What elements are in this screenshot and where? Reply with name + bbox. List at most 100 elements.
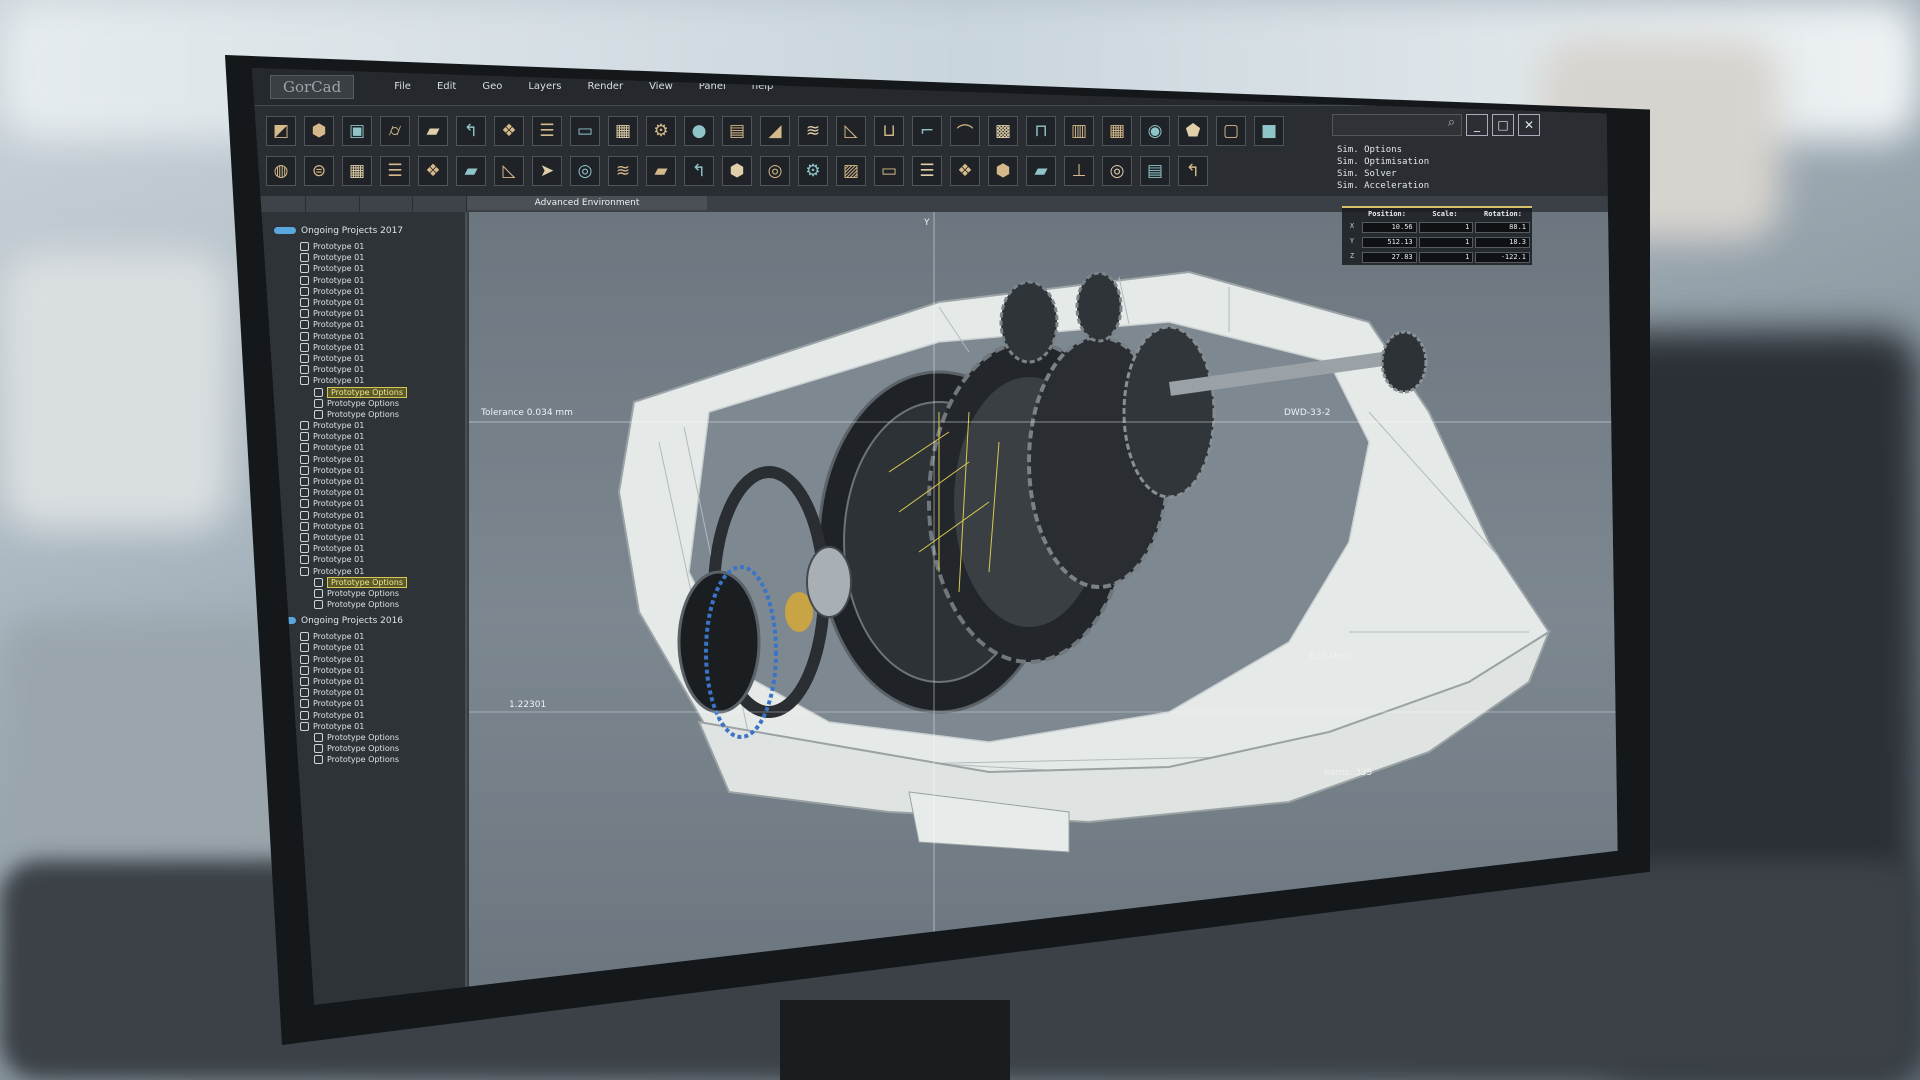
tree-prototype-item[interactable]: Prototype 01 xyxy=(300,275,407,286)
checkbox-icon[interactable] xyxy=(300,510,309,520)
cube-icon[interactable]: ⬢ xyxy=(304,116,334,146)
tree-option-item[interactable]: Prototype Options xyxy=(314,754,407,765)
tree-prototype-item[interactable]: Prototype 01 xyxy=(300,331,407,342)
tree-prototype-item[interactable]: Prototype 01 xyxy=(300,642,407,653)
notch-icon[interactable]: ⊓ xyxy=(1026,116,1056,146)
checkbox-icon[interactable] xyxy=(314,409,323,419)
tiles-icon[interactable]: ▨ xyxy=(836,156,866,186)
tree-project-root[interactable]: Ongoing Projects 2017 xyxy=(274,224,407,237)
layers-icon[interactable]: ≋ xyxy=(798,116,828,146)
bolt-icon[interactable]: ⊥ xyxy=(1064,156,1094,186)
checkbox-icon[interactable] xyxy=(300,353,309,363)
tree-prototype-item[interactable]: Prototype 01 xyxy=(300,510,407,521)
tree-prototype-item[interactable]: Prototype 01 xyxy=(300,532,407,543)
scale-z-field[interactable]: 1 xyxy=(1418,252,1474,263)
tree-option-item[interactable]: Prototype Options xyxy=(314,743,407,754)
ramp-icon[interactable]: ◺ xyxy=(836,116,866,146)
ring-icon[interactable]: ◎ xyxy=(570,156,600,186)
checkbox-icon[interactable] xyxy=(300,699,309,709)
stack-icon[interactable]: ☰ xyxy=(912,156,942,186)
checkbox-icon[interactable] xyxy=(300,521,309,531)
menu-edit[interactable]: Edit xyxy=(431,79,462,94)
tree-option-item[interactable]: Prototype Options xyxy=(314,588,407,599)
menu-render[interactable]: Render xyxy=(581,79,629,94)
checkbox-icon[interactable] xyxy=(300,721,309,731)
sphere-icon[interactable]: ◉ xyxy=(1140,116,1170,146)
folder-icon[interactable]: ▭ xyxy=(874,156,904,186)
tree-prototype-item[interactable]: Prototype 01 xyxy=(300,431,407,442)
panel-tab[interactable] xyxy=(413,196,467,212)
tree-prototype-item[interactable]: Prototype 01 xyxy=(300,487,407,498)
tree-prototype-item[interactable]: Prototype 01 xyxy=(300,521,407,532)
sheet-icon[interactable]: ▰ xyxy=(456,156,486,186)
folder-icon[interactable]: ▭ xyxy=(570,116,600,146)
expand-toggle-icon[interactable] xyxy=(274,227,296,234)
stack-icon[interactable]: ☰ xyxy=(380,156,410,186)
tree-prototype-item[interactable]: Prototype 01 xyxy=(300,442,407,453)
bend-icon[interactable]: ↰ xyxy=(1178,156,1208,186)
tree-prototype-item[interactable]: Prototype 01 xyxy=(300,698,407,709)
tree-prototype-item[interactable]: Prototype 01 xyxy=(300,687,407,698)
bend-icon[interactable]: ↰ xyxy=(684,156,714,186)
checkbox-icon[interactable] xyxy=(300,264,309,274)
checkbox-icon[interactable] xyxy=(300,365,309,375)
checkbox-icon[interactable] xyxy=(314,588,323,598)
position-x-field[interactable]: 10.56 xyxy=(1362,222,1417,233)
grid-icon[interactable]: ▦ xyxy=(608,116,638,146)
menu-layers[interactable]: Layers xyxy=(522,79,567,94)
checkbox-icon[interactable] xyxy=(300,488,309,498)
scale-y-field[interactable]: 1 xyxy=(1418,237,1474,248)
tree-prototype-item[interactable]: Prototype 01 xyxy=(300,252,407,263)
grid-icon[interactable]: ▦ xyxy=(1102,116,1132,146)
curve-icon[interactable]: ⌒ xyxy=(950,116,980,146)
menu-geo[interactable]: Geo xyxy=(476,79,508,94)
scale-x-field[interactable]: 1 xyxy=(1418,222,1474,233)
tree-prototype-item[interactable]: Prototype 01 xyxy=(300,342,407,353)
tree-prototype-item[interactable]: Prototype 01 xyxy=(300,554,407,565)
checkbox-icon[interactable] xyxy=(300,654,309,664)
checkbox-icon[interactable] xyxy=(300,465,309,475)
search-icon[interactable]: ⌕ xyxy=(1332,114,1462,136)
tree-prototype-item[interactable]: Prototype 01 xyxy=(300,454,407,465)
tile-icon[interactable]: ▥ xyxy=(1064,116,1094,146)
checkbox-icon[interactable] xyxy=(300,275,309,285)
tree-option-item[interactable]: Prototype Options xyxy=(314,599,407,610)
rotation-z-field[interactable]: -122.1 xyxy=(1475,252,1530,263)
checkbox-icon[interactable] xyxy=(300,432,309,442)
checkbox-icon[interactable] xyxy=(300,298,309,308)
lattice-icon[interactable]: ❖ xyxy=(950,156,980,186)
tree-option-item[interactable]: Prototype Options xyxy=(314,386,408,398)
cube-icon[interactable]: ⬢ xyxy=(722,156,752,186)
maximize-button[interactable]: □ xyxy=(1492,114,1514,136)
sheet-icon[interactable]: ▰ xyxy=(1026,156,1056,186)
menu-file[interactable]: File xyxy=(388,79,417,94)
checkbox-icon[interactable] xyxy=(300,632,309,642)
wedge-icon[interactable]: ◢ xyxy=(760,116,790,146)
block-icon[interactable]: ■ xyxy=(1254,116,1284,146)
mesh-icon[interactable]: ▩ xyxy=(988,116,1018,146)
tree-option-item[interactable]: Prototype Options xyxy=(314,409,407,420)
sim-solver-link[interactable]: Sim. Solver xyxy=(1337,168,1429,180)
checkbox-icon[interactable] xyxy=(300,253,309,263)
gear-icon[interactable]: ⚙ xyxy=(646,116,676,146)
panel-tab[interactable] xyxy=(305,196,360,212)
checkbox-icon[interactable] xyxy=(300,665,309,675)
checkbox-icon[interactable] xyxy=(300,320,309,330)
rotation-y-field[interactable]: 18.3 xyxy=(1475,237,1530,248)
gear-icon[interactable]: ⚙ xyxy=(798,156,828,186)
tree-prototype-item[interactable]: Prototype 01 xyxy=(300,676,407,687)
checkbox-icon[interactable] xyxy=(300,710,309,720)
checkbox-icon[interactable] xyxy=(314,755,323,765)
ramp-icon[interactable]: ◺ xyxy=(494,156,524,186)
tree-prototype-item[interactable]: Prototype 01 xyxy=(300,665,407,676)
checkbox-icon[interactable] xyxy=(300,443,309,453)
tree-prototype-item[interactable]: Prototype 01 xyxy=(300,498,407,509)
checkbox-icon[interactable] xyxy=(300,421,309,431)
tree-prototype-item[interactable]: Prototype 01 xyxy=(300,565,407,576)
lattice-icon[interactable]: ❖ xyxy=(418,156,448,186)
grid-icon[interactable]: ▦ xyxy=(342,156,372,186)
checkbox-icon[interactable] xyxy=(300,677,309,687)
bend-icon[interactable]: ↰ xyxy=(456,116,486,146)
checkbox-icon[interactable] xyxy=(300,454,309,464)
shield-icon[interactable]: ⬟ xyxy=(1178,116,1208,146)
